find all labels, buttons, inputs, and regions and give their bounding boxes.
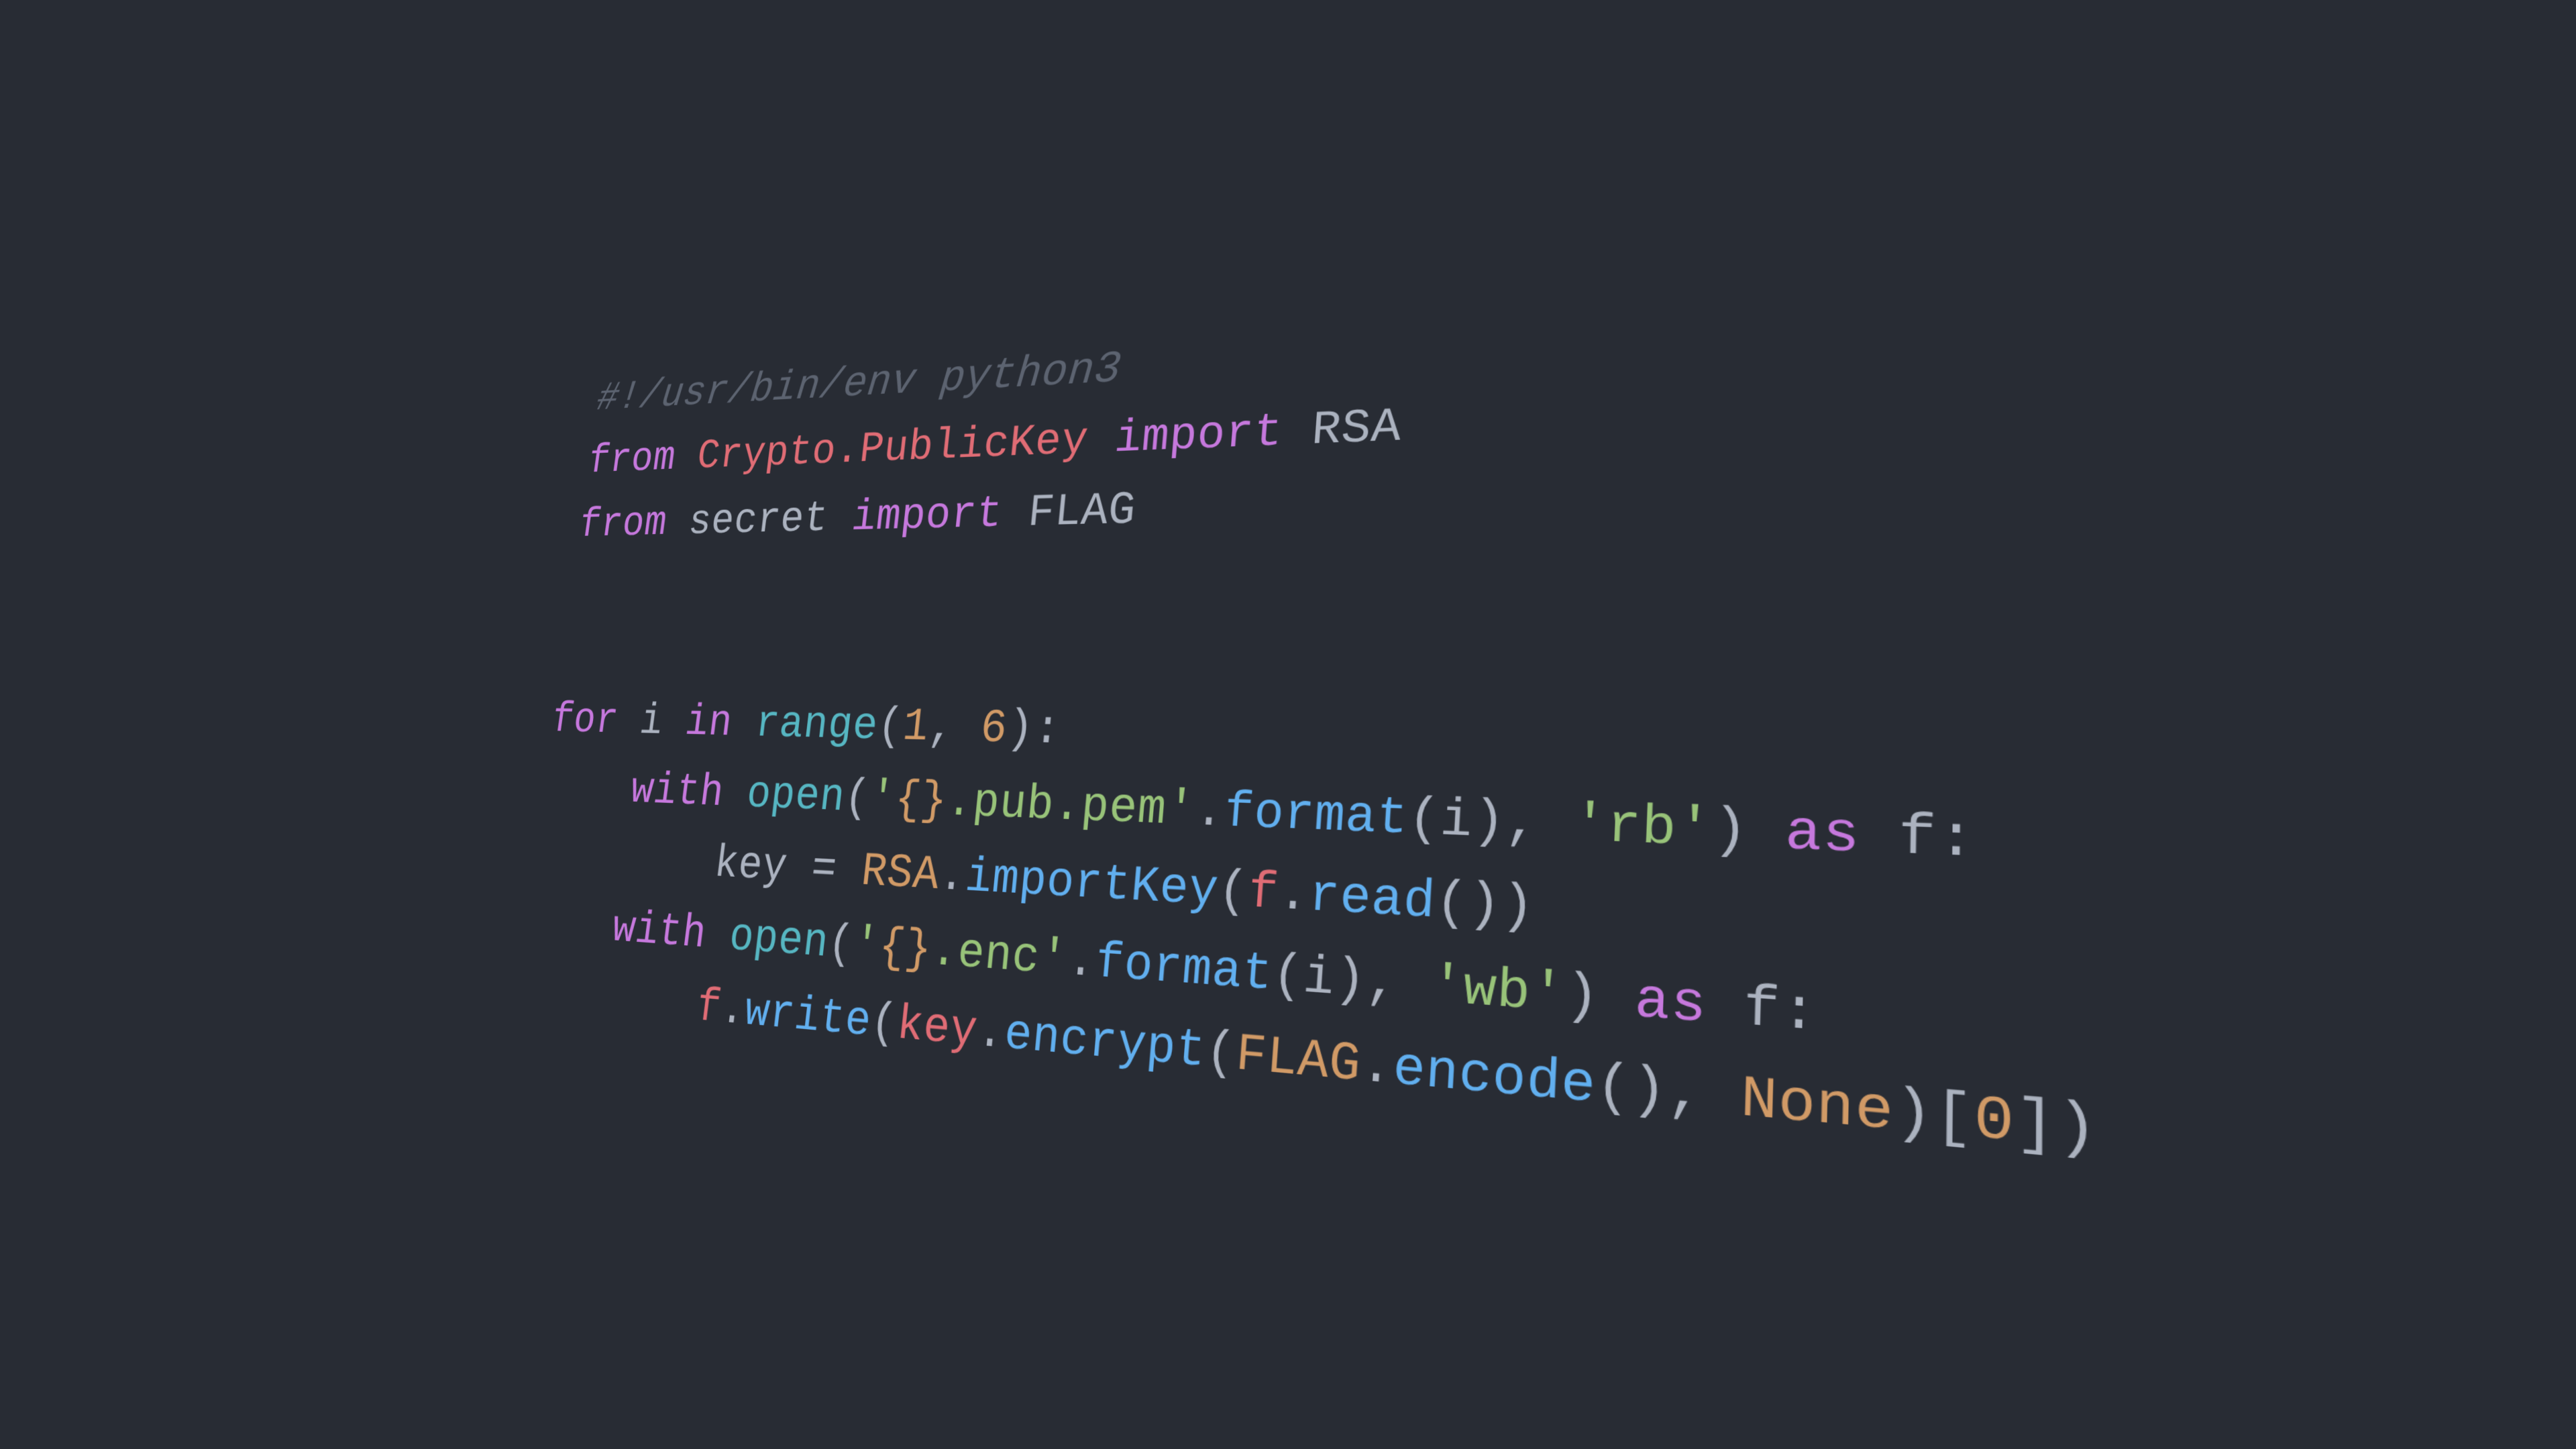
code-token-string: .enc' xyxy=(928,923,1070,989)
code-token-punct: . xyxy=(1358,1035,1395,1100)
code-token-punct: : xyxy=(1936,806,1977,873)
code-token-builtin: open xyxy=(744,768,848,824)
code-token-keyword: for xyxy=(549,696,621,746)
code-token-function: read xyxy=(1307,866,1438,933)
code-token-var: f xyxy=(1246,863,1281,924)
code-token-module: Crypto.PublicKey xyxy=(694,415,1091,481)
code-token-builtin: open xyxy=(726,910,831,971)
wallpaper-canvas: #!/usr/bin/env python3 from Crypto.Publi… xyxy=(0,0,2576,1449)
code-token-plain: f xyxy=(1742,976,1782,1044)
code-token-punct: ( xyxy=(1406,789,1442,850)
code-token-var: key xyxy=(894,997,980,1061)
code-token-punct: )[ xyxy=(1893,1079,1974,1155)
code-token-plain: secret xyxy=(686,494,831,546)
code-token-class: RSA xyxy=(859,845,943,903)
code-token-const: None xyxy=(1739,1066,1894,1148)
code-token-punct: ) xyxy=(1563,964,1636,1033)
code-token-plain: FLAG xyxy=(1026,484,1138,539)
code-token-keyword: from xyxy=(585,435,679,485)
code-token-keyword: with xyxy=(609,902,709,961)
code-token-plain: RSA xyxy=(1309,400,1403,458)
code-token-punct: ), xyxy=(1332,949,1433,1018)
code-token-function: write xyxy=(741,985,874,1051)
code-token-plain: i xyxy=(1301,947,1337,1010)
code-token-fmt: {} xyxy=(892,773,950,828)
code-token-number: 0 xyxy=(1974,1085,2015,1159)
code-token-punct: ( xyxy=(1270,945,1305,1008)
code-token-keyword: with xyxy=(627,765,727,818)
code-token-punct: ): xyxy=(1004,702,1064,757)
code-token-keyword: from xyxy=(576,499,670,548)
code-token-function: encrypt xyxy=(1002,1006,1208,1082)
code-token-keyword: import xyxy=(1112,405,1285,466)
code-token-punct: ), xyxy=(1470,791,1574,855)
code-token-keyword: as xyxy=(1633,969,1708,1039)
code-token-punct: . xyxy=(1276,865,1311,925)
code-token-punct: , xyxy=(925,701,983,755)
code-token-punct: (), xyxy=(1594,1055,1742,1133)
code-token-class: FLAG xyxy=(1233,1025,1363,1097)
code-token-keyword: import xyxy=(849,488,1005,543)
code-token-plain: f xyxy=(1897,804,1937,871)
code-token-punct: ( xyxy=(1203,1022,1238,1085)
code-token-function: format xyxy=(1222,783,1410,849)
python-code-block: #!/usr/bin/env python3 from Crypto.Publi… xyxy=(509,226,2576,1256)
code-token-plain: key xyxy=(711,837,790,894)
code-token-keyword: as xyxy=(1784,801,1861,868)
code-perspective-stage: #!/usr/bin/env python3 from Crypto.Publi… xyxy=(0,0,2576,1449)
code-token-punct: : xyxy=(1779,978,1819,1047)
code-token-function: encode xyxy=(1391,1038,1597,1119)
code-token-punct: ]) xyxy=(2015,1089,2099,1167)
code-token-plain: i xyxy=(1438,790,1474,851)
code-token-function: format xyxy=(1093,934,1275,1005)
code-token-builtin: range xyxy=(752,698,881,753)
code-token-string: 'wb' xyxy=(1428,955,1566,1028)
code-token-punct: . xyxy=(1193,782,1227,841)
code-token-keyword: in xyxy=(682,698,735,749)
code-token-fmt: {} xyxy=(876,920,934,979)
code-token-function: importKey xyxy=(963,849,1221,920)
code-token-punct: ) xyxy=(1711,798,1786,865)
code-token-string: .pub.pem' xyxy=(944,774,1197,839)
code-token-punct: ()) xyxy=(1434,872,1537,939)
code-token-punct: ( xyxy=(1216,862,1250,922)
code-token-string: 'rb' xyxy=(1571,794,1714,862)
